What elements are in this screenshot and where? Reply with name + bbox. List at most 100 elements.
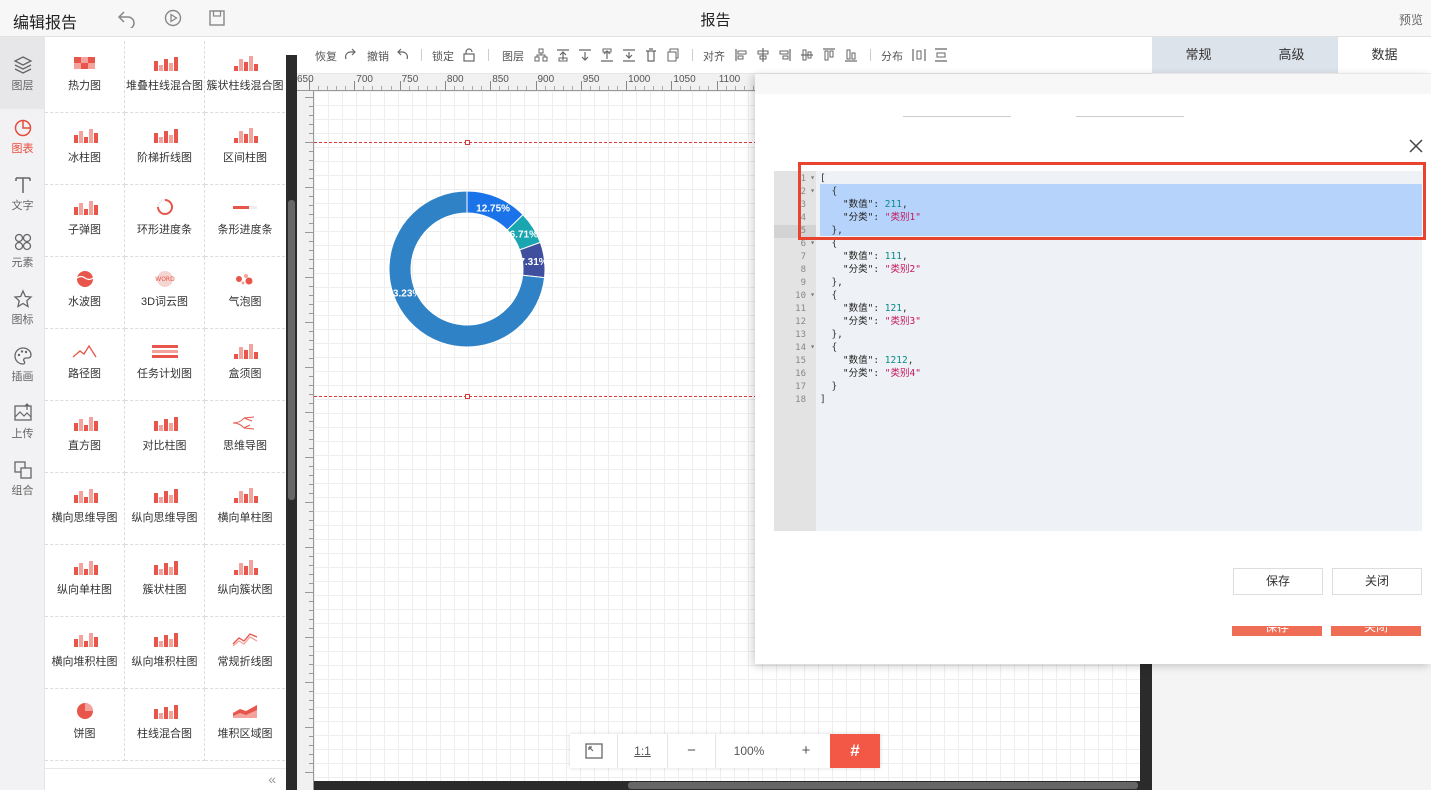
canvas-horizontal-scrollbar[interactable] (314, 781, 1152, 790)
tab-data[interactable]: 数据 (1338, 37, 1431, 73)
component-item[interactable]: 堆叠柱线混合图 (125, 41, 205, 113)
ruler-minor-tick (453, 86, 455, 90)
component-item[interactable]: 区间柱图 (205, 113, 285, 185)
save-button-behind[interactable]: 保存 (1232, 626, 1322, 636)
component-item[interactable]: 纵向堆积柱图 (125, 617, 205, 689)
toolbar-divider (692, 49, 693, 61)
align-right-icon[interactable] (778, 47, 792, 63)
component-item[interactable]: 盒须图 (205, 329, 285, 401)
component-item[interactable]: 子弹图 (45, 185, 125, 257)
nav-item-upload-image[interactable]: 上传 (0, 395, 45, 451)
component-item[interactable]: 饼图 (45, 689, 125, 761)
component-item[interactable]: 簇状柱图 (125, 545, 205, 617)
fit-screen-button[interactable] (570, 734, 618, 768)
component-label: 直方图 (68, 440, 101, 452)
close-button-behind[interactable]: 关闭 (1331, 626, 1421, 636)
component-item[interactable]: 横向堆积柱图 (45, 617, 125, 689)
line-number-text: 9 (800, 278, 806, 288)
nav-item-star[interactable]: 图标 (0, 281, 45, 337)
nav-item-group[interactable]: 组合 (0, 452, 45, 508)
bring-forward-icon[interactable] (578, 47, 592, 63)
panel-scrollbar[interactable] (286, 55, 297, 790)
distribute-vertical-icon[interactable] (934, 47, 948, 63)
align-center-icon[interactable] (756, 47, 770, 63)
resize-handle-top[interactable] (465, 140, 470, 145)
zoom-in-button[interactable]: + (782, 734, 830, 768)
component-item[interactable]: 冰柱图 (45, 113, 125, 185)
component-item[interactable]: 横向思维导图 (45, 473, 125, 545)
nav-item-palette[interactable]: 插画 (0, 338, 45, 394)
collapse-panel-button[interactable]: « (268, 771, 276, 787)
save-button[interactable]: 保存 (1233, 568, 1323, 595)
component-item[interactable]: 簇状柱线混合图 (205, 41, 285, 113)
ruler-tick (309, 358, 313, 359)
tab-advanced[interactable]: 高级 (1245, 37, 1338, 73)
component-item[interactable]: 柱线混合图 (125, 689, 205, 761)
component-item[interactable]: 对比柱图 (125, 401, 205, 473)
component-item[interactable]: 环形进度条 (125, 185, 205, 257)
component-item[interactable]: 水波图 (45, 257, 125, 329)
component-item[interactable]: 阶梯折线图 (125, 113, 205, 185)
ruler-tick (309, 484, 313, 485)
canvas-scrollbar-thumb[interactable] (628, 782, 1138, 789)
component-item[interactable]: 纵向思维导图 (125, 473, 205, 545)
grid-toggle-button[interactable]: # (830, 734, 880, 768)
align-button[interactable]: 对齐 (703, 48, 725, 64)
component-item[interactable]: 直方图 (45, 401, 125, 473)
copy-icon[interactable] (666, 47, 680, 63)
component-item[interactable]: 纵向单柱图 (45, 545, 125, 617)
play-icon[interactable] (163, 8, 183, 28)
tab-general[interactable]: 常规 (1152, 37, 1245, 73)
undo-arrow-icon[interactable] (396, 47, 410, 63)
nav-item-layers[interactable]: 图层 (0, 37, 45, 109)
align-top-icon[interactable] (822, 47, 836, 63)
send-bottom-icon[interactable] (622, 47, 636, 63)
redo-button[interactable]: 恢复 (315, 48, 337, 64)
nav-item-elements[interactable]: 元素 (0, 224, 45, 280)
zoom-out-button[interactable]: − (668, 734, 716, 768)
lock-button[interactable]: 锁定 (432, 48, 454, 64)
align-bottom-icon[interactable] (844, 47, 858, 63)
actual-size-button[interactable]: 1:1 (618, 734, 668, 768)
align-left-icon[interactable] (734, 47, 748, 63)
redo-icon[interactable] (343, 47, 357, 63)
component-item[interactable]: 气泡图 (205, 257, 285, 329)
component-item[interactable]: 堆积区域图 (205, 689, 285, 761)
distribute-button[interactable]: 分布 (881, 48, 903, 64)
resize-handle-bottom[interactable] (465, 394, 470, 399)
component-item[interactable]: 横向单柱图 (205, 473, 285, 545)
fold-arrow-icon[interactable]: ▾ (810, 342, 815, 351)
undo-icon[interactable] (117, 8, 137, 28)
component-item[interactable]: 常规折线图 (205, 617, 285, 689)
save-icon[interactable] (207, 8, 227, 28)
bring-top-icon[interactable] (556, 47, 570, 63)
component-item[interactable]: 路径图 (45, 329, 125, 401)
ruler-label: 900 (537, 74, 555, 85)
component-label: 冰柱图 (68, 152, 101, 164)
nav-item-chart[interactable]: 图表 (0, 110, 45, 166)
send-backward-icon[interactable] (600, 47, 614, 63)
path-chart-icon (72, 344, 97, 358)
component-item[interactable]: 纵向簇状图 (205, 545, 285, 617)
close-button[interactable]: 关闭 (1332, 568, 1422, 595)
code-token: 1212 (884, 355, 908, 366)
component-item[interactable]: 任务计划图 (125, 329, 205, 401)
layer-button[interactable]: 图层 (502, 48, 524, 64)
undo-button[interactable]: 撤销 (367, 48, 389, 64)
delete-icon[interactable] (644, 47, 658, 63)
nav-item-text[interactable]: 文字 (0, 167, 45, 223)
preview-button[interactable]: 预览 (1399, 11, 1423, 28)
lock-icon[interactable] (462, 47, 476, 63)
component-item[interactable]: WORD 3D词云图 (125, 257, 205, 329)
panel-scrollbar-thumb[interactable] (288, 200, 295, 500)
ruler-minor-tick (544, 86, 546, 90)
distribute-horizontal-icon[interactable] (912, 47, 926, 63)
component-item[interactable]: 条形进度条 (205, 185, 285, 257)
close-icon[interactable] (1407, 137, 1425, 155)
fold-arrow-icon[interactable]: ▾ (810, 290, 815, 299)
component-item[interactable]: 思维导图 (205, 401, 285, 473)
align-middle-icon[interactable] (800, 47, 814, 63)
layer-tree-icon[interactable] (534, 47, 548, 63)
donut-chart[interactable]: 12.75% 6.71% 7.31% 73.23% (385, 187, 549, 351)
component-item[interactable]: 热力图 (45, 41, 125, 113)
